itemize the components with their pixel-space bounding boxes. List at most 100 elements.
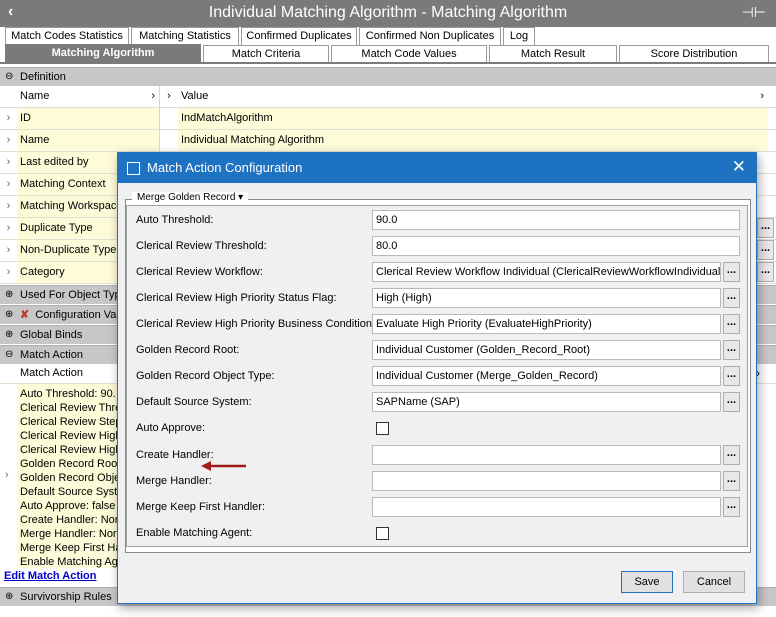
grid-header: Name › › Value › <box>0 86 776 108</box>
dialog-title-bar: Match Action Configuration ✕ <box>118 153 756 183</box>
row-expand-icon[interactable]: › <box>0 152 17 173</box>
browse-button[interactable]: ... <box>723 262 740 282</box>
dropdown-triangle-icon[interactable]: ▾ <box>238 192 243 203</box>
browse-button[interactable]: ... <box>723 340 740 360</box>
expand-toggle-icon[interactable]: ⊕ <box>5 326 13 344</box>
browse-button[interactable]: ... <box>723 445 740 465</box>
merge-keep-first-handler-input[interactable] <box>372 497 721 517</box>
category-browse-button[interactable]: ... <box>757 262 774 282</box>
non-duplicate-type-browse-button[interactable]: ... <box>757 240 774 260</box>
browse-button[interactable]: ... <box>723 471 740 491</box>
golden-record-object-type-input[interactable]: Individual Customer (Merge_Golden_Record… <box>372 366 721 386</box>
window-icon <box>127 162 140 175</box>
row-marker: › <box>0 384 17 568</box>
field-label: Golden Record Root: <box>136 344 240 356</box>
row-gap <box>160 130 178 151</box>
tab-matching-algorithm[interactable]: Matching Algorithm <box>5 44 201 62</box>
tab-confirmed-non-duplicates[interactable]: Confirmed Non Duplicates <box>359 27 501 45</box>
section-title: Configuration Va <box>35 309 117 321</box>
enable-matching-agent-checkbox[interactable] <box>376 527 389 540</box>
duplicate-type-browse-button[interactable]: ... <box>757 218 774 238</box>
section-title: Match Action <box>20 349 83 361</box>
clerical-review-threshold-input[interactable]: 80.0 <box>372 236 740 256</box>
chevron-right-icon: › <box>151 90 155 102</box>
row-expand-icon[interactable]: › <box>0 240 17 261</box>
field-label: Default Source System: <box>136 396 252 408</box>
field-label: Clerical Review High Priority Status Fla… <box>136 292 337 304</box>
auto-threshold-input[interactable]: 90.0 <box>372 210 740 230</box>
tab-match-code-values[interactable]: Match Code Values <box>331 45 487 63</box>
row-value[interactable]: Individual Matching Algorithm <box>178 130 768 151</box>
tab-log[interactable]: Log <box>503 27 535 45</box>
tab-match-result[interactable]: Match Result <box>489 45 617 63</box>
window-title-bar: ‹ Individual Matching Algorithm - Matchi… <box>0 0 776 27</box>
merge-handler-input[interactable] <box>372 471 721 491</box>
row-value[interactable]: IndMatchAlgorithm <box>178 108 768 129</box>
chevron-right-icon: › <box>760 90 764 102</box>
edit-match-action-link[interactable]: Edit Match Action <box>4 570 96 582</box>
clerical-review-workflow-input[interactable]: Clerical Review Workflow Individual (Cle… <box>372 262 721 282</box>
row-expand-icon[interactable]: › <box>0 130 17 151</box>
tab-match-codes-statistics[interactable]: Match Codes Statistics <box>5 27 129 45</box>
field-label: Merge Keep First Handler: <box>136 501 265 513</box>
chevron-right-icon: › <box>160 86 178 107</box>
section-title: Used For Object Type <box>20 289 127 301</box>
row-expand-icon[interactable]: › <box>0 108 17 129</box>
window-title: Individual Matching Algorithm - Matching… <box>208 4 568 21</box>
high-priority-business-condition-input[interactable]: Evaluate High Priority (EvaluateHighPrio… <box>372 314 721 334</box>
collapse-toggle-icon[interactable]: ⊖ <box>5 346 13 364</box>
default-source-system-input[interactable]: SAPName (SAP) <box>372 392 721 412</box>
auto-approve-checkbox[interactable] <box>376 422 389 435</box>
field-label: Clerical Review Workflow: <box>136 266 263 278</box>
browse-button[interactable]: ... <box>723 288 740 308</box>
tab-match-criteria[interactable]: Match Criteria <box>203 45 329 63</box>
field-label: Auto Threshold: <box>136 214 214 226</box>
save-button[interactable]: Save <box>621 571 673 593</box>
cancel-button[interactable]: Cancel <box>683 571 745 593</box>
section-title: Survivorship Rules <box>20 591 112 603</box>
field-label: Enable Matching Agent: <box>136 527 253 539</box>
section-title: Global Binds <box>20 329 83 341</box>
section-definition[interactable]: ⊖ Definition <box>0 67 776 86</box>
golden-record-root-input[interactable]: Individual Customer (Golden_Record_Root) <box>372 340 721 360</box>
tab-matching-statistics[interactable]: Matching Statistics <box>131 27 239 45</box>
table-row[interactable]: › ID IndMatchAlgorithm <box>0 108 776 130</box>
expand-toggle-icon[interactable]: ⊕ <box>5 588 13 606</box>
row-expand-icon[interactable]: › <box>0 174 17 195</box>
create-handler-input[interactable] <box>372 445 721 465</box>
row-name: ID <box>17 108 160 129</box>
column-header-name[interactable]: Name › <box>17 86 160 107</box>
row-marker <box>0 86 17 107</box>
row-expand-icon[interactable]: › <box>0 262 17 283</box>
row-name: Name <box>17 130 160 151</box>
column-header-value[interactable]: Value › <box>178 86 768 107</box>
tab-confirmed-duplicates[interactable]: Confirmed Duplicates <box>241 27 357 45</box>
browse-button[interactable]: ... <box>723 392 740 412</box>
close-icon[interactable]: ✕ <box>732 157 746 177</box>
field-label: Clerical Review Threshold: <box>136 240 267 252</box>
row-expand-icon[interactable]: › <box>0 196 17 217</box>
browse-button[interactable]: ... <box>723 314 740 334</box>
row-expand-icon[interactable]: › <box>0 218 17 239</box>
field-label: Auto Approve: <box>136 422 206 434</box>
annotation-arrow-icon <box>201 461 246 471</box>
field-label: Merge Handler: <box>136 475 212 487</box>
high-priority-status-flag-input[interactable]: High (High) <box>372 288 721 308</box>
field-label: Clerical Review High Priority Business C… <box>136 318 376 330</box>
tab-score-distribution[interactable]: Score Distribution <box>619 45 769 63</box>
expand-toggle-icon[interactable]: ⊕ <box>5 306 13 324</box>
tab-underline <box>0 62 776 64</box>
dialog-title: Match Action Configuration <box>147 160 303 175</box>
section-title: Definition <box>20 71 66 83</box>
group-legend[interactable]: Merge Golden Record ▾ <box>132 192 249 203</box>
browse-button[interactable]: ... <box>723 497 740 517</box>
collapse-toggle-icon[interactable]: ⊖ <box>5 68 13 86</box>
match-action-configuration-dialog: Match Action Configuration ✕ Merge Golde… <box>117 152 757 604</box>
field-label: Golden Record Object Type: <box>136 370 275 382</box>
pin-icon[interactable]: ⊣⊢ <box>742 4 766 21</box>
expand-toggle-icon[interactable]: ⊕ <box>5 286 13 304</box>
row-expand-icon[interactable]: › <box>5 469 9 481</box>
error-x-icon: ✘ <box>20 309 30 321</box>
browse-button[interactable]: ... <box>723 366 740 386</box>
table-row[interactable]: › Name Individual Matching Algorithm <box>0 130 776 152</box>
